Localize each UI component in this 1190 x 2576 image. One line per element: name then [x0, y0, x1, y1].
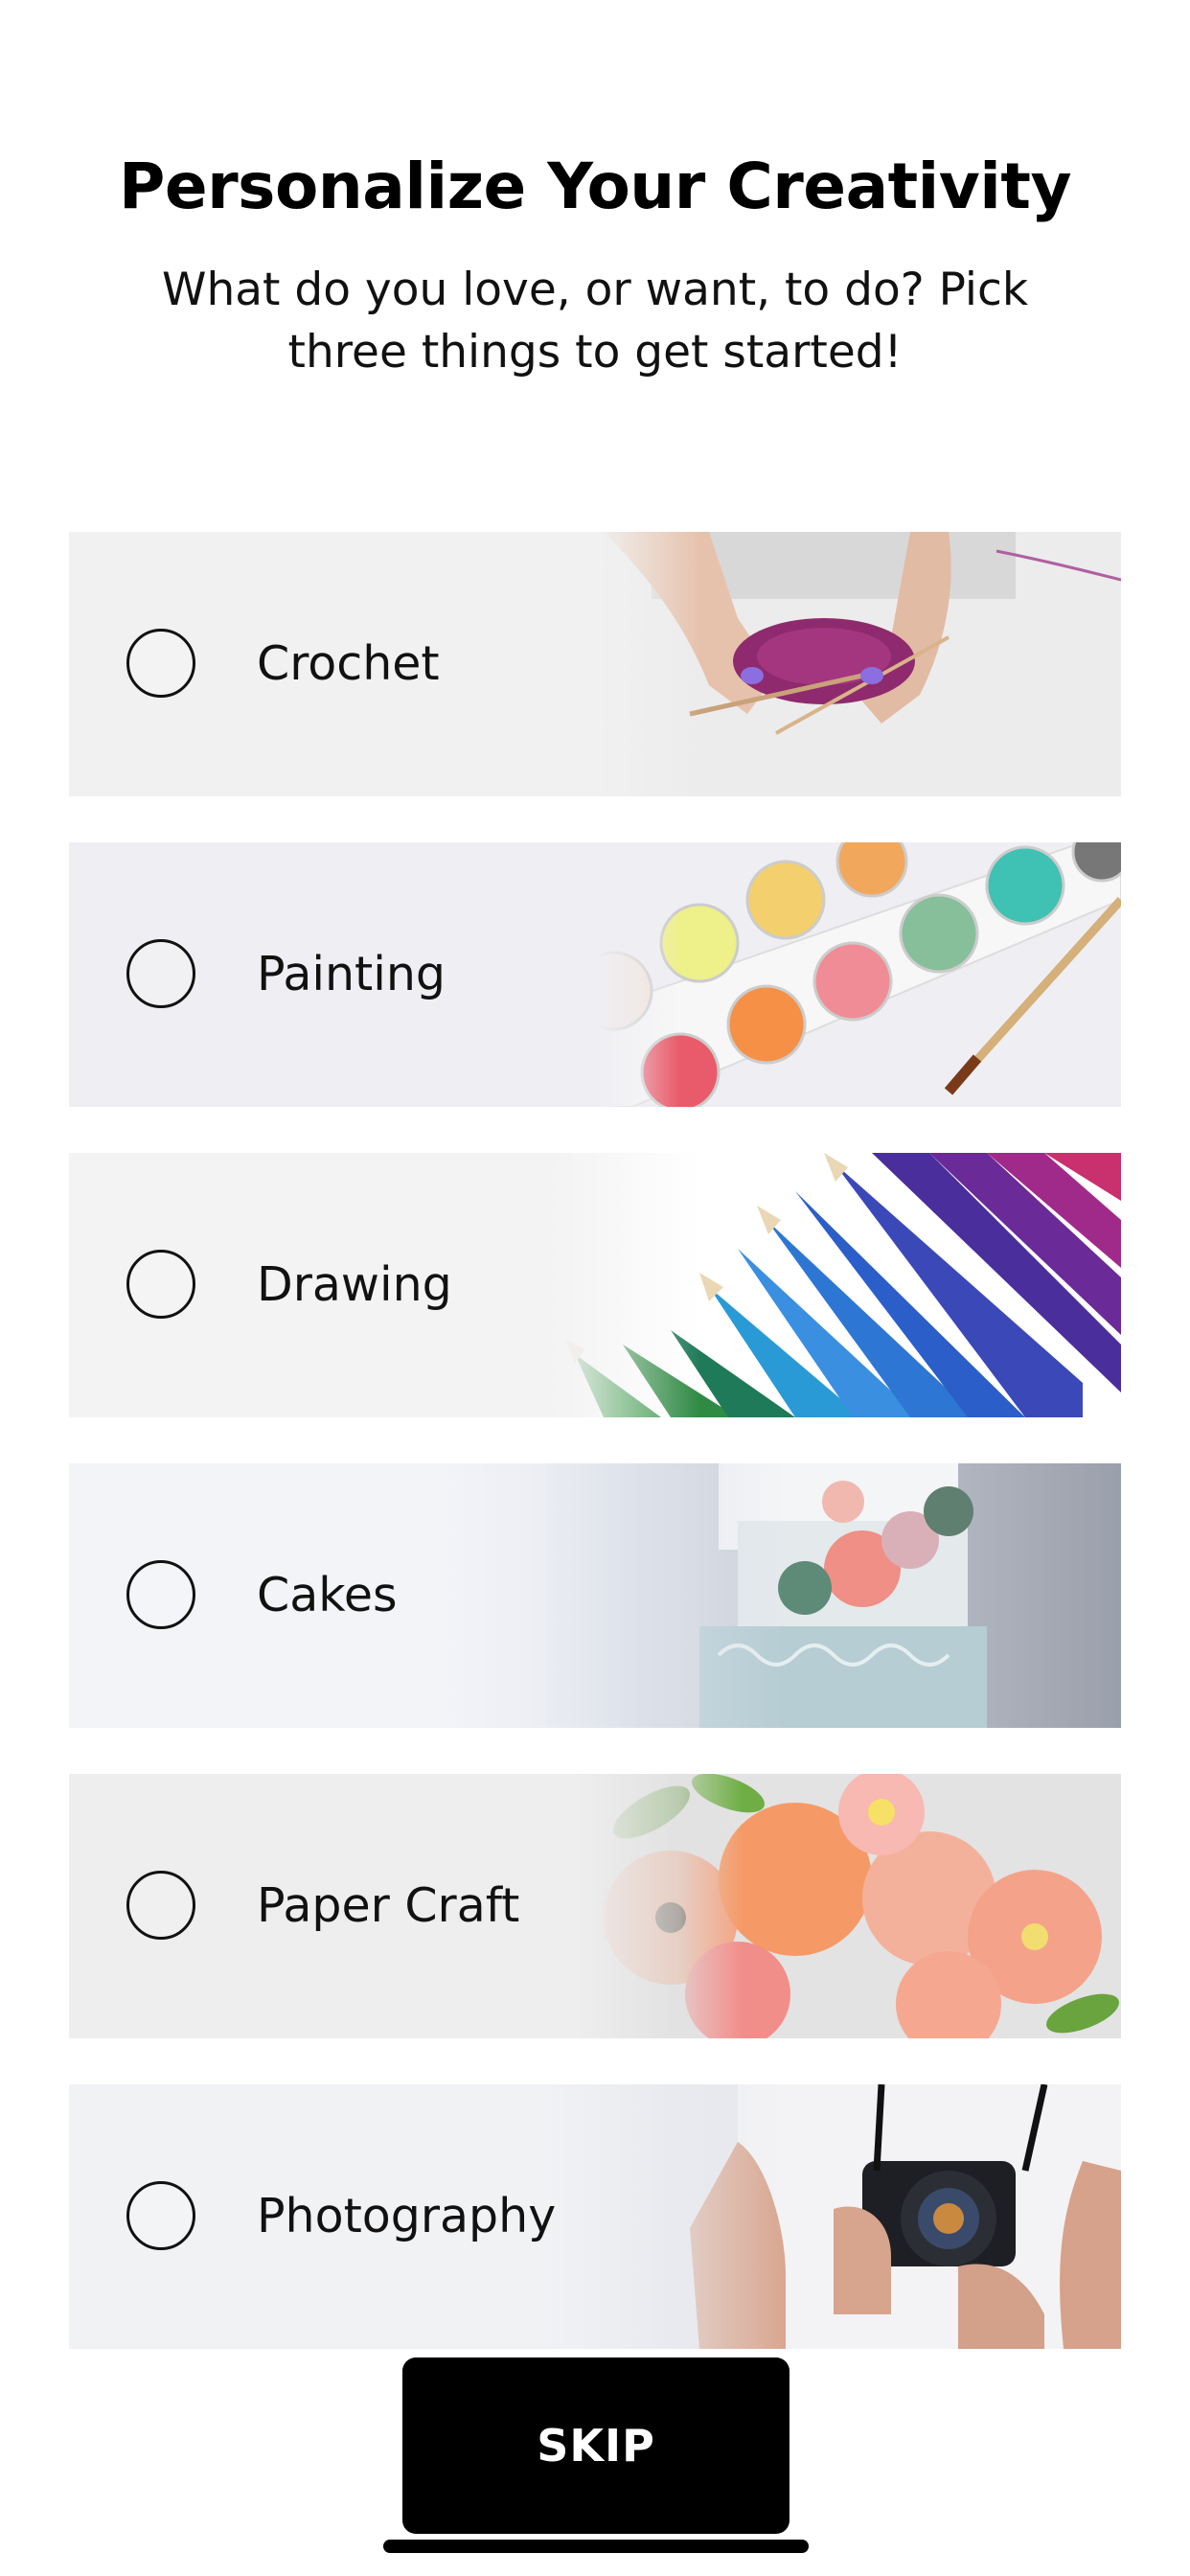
option-label: Painting	[257, 947, 446, 1001]
radio-circle-icon[interactable]	[126, 629, 195, 698]
radio-circle-icon[interactable]	[126, 939, 195, 1008]
option-drawing[interactable]: Drawing	[69, 1153, 1121, 1417]
radio-circle-icon[interactable]	[126, 2181, 195, 2250]
option-crochet[interactable]: Crochet	[69, 532, 1121, 796]
option-photography[interactable]: Photography	[69, 2084, 1121, 2349]
option-fade	[69, 842, 1121, 1107]
option-paper-craft[interactable]: Paper Craft	[69, 1774, 1121, 2038]
option-label: Crochet	[257, 636, 440, 691]
option-label: Cakes	[257, 1568, 398, 1622]
skip-button[interactable]: SKIP	[402, 2358, 790, 2534]
page-title: Personalize Your Creativity	[119, 150, 1072, 223]
home-indicator[interactable]	[383, 2540, 809, 2553]
option-label: Photography	[257, 2189, 557, 2243]
option-fade	[69, 1463, 1121, 1728]
radio-circle-icon[interactable]	[126, 1871, 195, 1940]
option-painting[interactable]: Painting	[69, 842, 1121, 1107]
option-cakes[interactable]: Cakes	[69, 1463, 1121, 1728]
option-label: Paper Craft	[257, 1878, 520, 1933]
option-fade	[69, 532, 1121, 796]
option-fade	[69, 1774, 1121, 2038]
option-fade	[69, 2084, 1121, 2349]
option-label: Drawing	[257, 1257, 452, 1312]
radio-circle-icon[interactable]	[126, 1250, 195, 1319]
option-fade	[69, 1153, 1121, 1417]
page-subtitle: What do you love, or want, to do? Pick t…	[161, 264, 1029, 379]
radio-circle-icon[interactable]	[126, 1560, 195, 1629]
